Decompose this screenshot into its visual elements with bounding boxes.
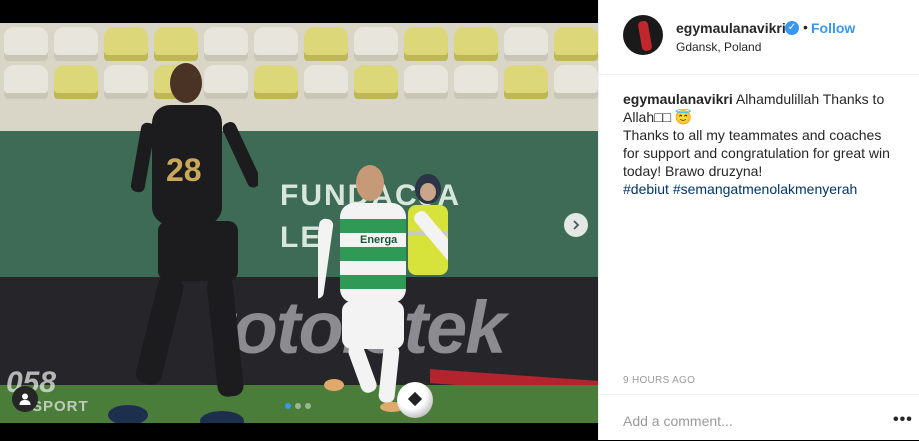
carousel-next-button[interactable]: [564, 213, 588, 237]
follow-button[interactable]: Follow: [811, 20, 855, 36]
separator-dot: •: [803, 19, 808, 35]
post-photo[interactable]: FUNDACJA LE totolotek 28: [0, 23, 598, 423]
carousel-dot: [285, 403, 291, 409]
player-dark-kit: 28: [108, 63, 258, 423]
carousel-indicator: [285, 403, 311, 409]
caption-hashtags[interactable]: #debiut #semangatmenolakmenyerah: [623, 180, 898, 198]
post-details-panel: egymaulanavikri ✓ • Follow Gdansk, Polan…: [598, 0, 919, 440]
more-options-button[interactable]: •••: [893, 411, 913, 429]
post-header: egymaulanavikri ✓ • Follow Gdansk, Polan…: [599, 0, 919, 75]
post-username[interactable]: egymaulanavikri: [676, 20, 786, 36]
user-tag-icon: [19, 393, 31, 405]
caption-line-2: Thanks to all my teammates and coaches f…: [623, 127, 890, 179]
avatar[interactable]: [623, 15, 663, 55]
user-tag-button[interactable]: [12, 386, 38, 412]
football: [397, 382, 433, 418]
post-media: FUNDACJA LE totolotek 28: [0, 0, 598, 440]
caption-username[interactable]: egymaulanavikri: [623, 91, 733, 107]
carousel-dot: [305, 403, 311, 409]
post-timestamp[interactable]: 9 HOURS AGO: [623, 375, 695, 386]
comment-bar: Add a comment... •••: [599, 394, 919, 441]
seat-row: [0, 65, 598, 103]
player-number: 28: [166, 152, 202, 188]
jersey-sponsor: Energa: [360, 234, 398, 246]
player-light-kit: Energa: [318, 165, 448, 412]
post-caption: egymaulanavikri Alhamdulillah Thanks to …: [623, 90, 898, 198]
verified-badge-icon: ✓: [785, 21, 799, 35]
stadium-stands: [0, 23, 598, 133]
chevron-right-icon: [573, 220, 580, 230]
seat-row: [0, 27, 598, 65]
post-location[interactable]: Gdansk, Poland: [676, 40, 761, 54]
carousel-dot: [295, 403, 301, 409]
comment-input[interactable]: Add a comment...: [623, 413, 733, 429]
